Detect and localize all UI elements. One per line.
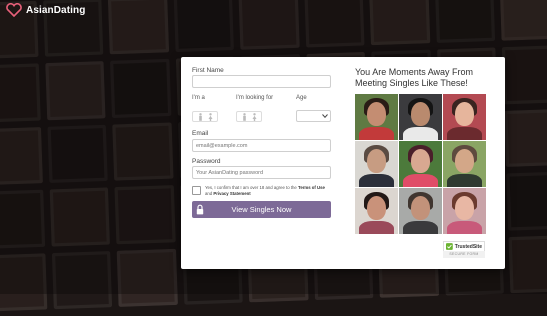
brand-name: AsianDating <box>26 4 86 16</box>
email-input[interactable] <box>192 139 331 152</box>
terms-checkbox[interactable] <box>192 186 201 195</box>
view-singles-button[interactable]: View Singles Now <box>192 201 331 218</box>
age-select[interactable] <box>296 110 331 122</box>
badge-name: TrustedSite <box>454 243 482 250</box>
looking-for-label: I'm looking for <box>236 95 274 101</box>
terms-of-use-link[interactable]: Terms of Use <box>298 185 325 190</box>
view-singles-label: View Singles Now <box>231 205 292 214</box>
trustedsite-badge[interactable]: TrustedSite SECURE FORM <box>443 241 485 259</box>
lock-icon <box>196 204 204 215</box>
password-input[interactable] <box>192 166 331 179</box>
promo-panel: You Are Moments Away From Meeting Single… <box>355 67 493 234</box>
heart-icon <box>6 3 22 17</box>
signup-card: First Name I'm a I'm looking for Age Ema… <box>181 57 505 269</box>
checkmark-icon <box>446 243 453 250</box>
chevron-down-icon <box>322 114 328 118</box>
email-label: Email <box>192 130 209 137</box>
male-icon[interactable] <box>242 112 247 121</box>
im-a-label: I'm a <box>192 95 205 101</box>
single-photo <box>443 188 486 234</box>
single-photo <box>399 141 442 187</box>
female-icon[interactable] <box>208 112 213 121</box>
first-name-input[interactable] <box>192 75 331 88</box>
promo-title: You Are Moments Away From Meeting Single… <box>355 67 474 89</box>
singles-photo-grid <box>355 94 486 234</box>
brand-logo[interactable]: AsianDating <box>6 3 85 17</box>
age-label: Age <box>296 95 307 101</box>
first-name-label: First Name <box>192 67 224 74</box>
single-photo <box>443 94 486 140</box>
female-icon[interactable] <box>252 112 257 121</box>
looking-for-gender-selector[interactable] <box>236 111 262 122</box>
terms-agreement: Yes, I confirm that I am over 18 and agr… <box>192 185 331 196</box>
single-photo <box>399 94 442 140</box>
single-photo <box>355 141 398 187</box>
privacy-statement-link[interactable]: Privacy Statement <box>213 191 250 196</box>
password-label: Password <box>192 158 221 165</box>
terms-text: Yes, I confirm that I am over 18 and agr… <box>205 185 325 196</box>
male-icon[interactable] <box>198 112 203 121</box>
single-photo <box>355 188 398 234</box>
single-photo <box>399 188 442 234</box>
badge-subtitle: SECURE FORM <box>443 251 485 258</box>
single-photo <box>355 94 398 140</box>
im-a-gender-selector[interactable] <box>192 111 218 122</box>
single-photo <box>443 141 486 187</box>
